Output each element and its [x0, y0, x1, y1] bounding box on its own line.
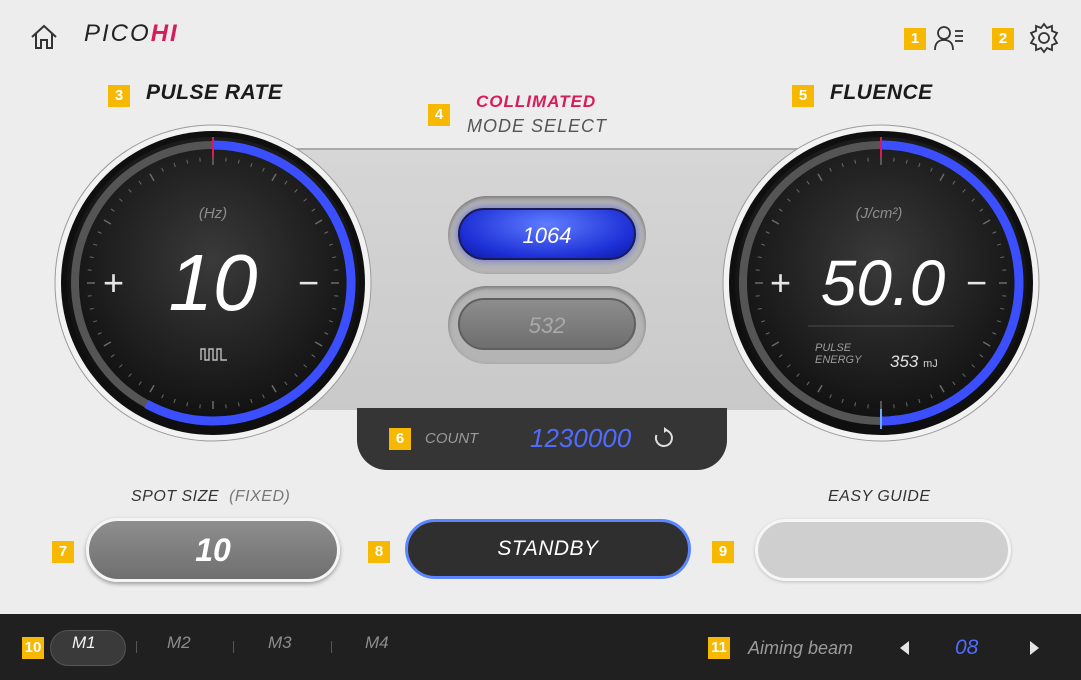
- badge-2: 2: [992, 28, 1014, 50]
- wavelength-532-button[interactable]: 532: [458, 298, 636, 350]
- pulse-energy-unit: mJ: [923, 358, 938, 370]
- wavelength-1064-button[interactable]: 1064: [458, 208, 636, 260]
- spot-size-display: 10: [86, 518, 340, 582]
- pulse-energy-value: 353: [890, 352, 919, 371]
- badge-11: 11: [708, 637, 730, 659]
- pulse-energy-label-line2: ENERGY: [815, 354, 862, 366]
- badge-8: 8: [368, 541, 390, 563]
- fluence-minus-button[interactable]: −: [966, 265, 987, 301]
- memory-tab-m4[interactable]: M4: [365, 633, 389, 653]
- easy-guide-label: EASY GUIDE: [828, 488, 931, 505]
- badge-5: 5: [792, 85, 814, 107]
- fluence-title: FLUENCE: [830, 81, 933, 104]
- memory-tab-m3[interactable]: M3: [268, 633, 292, 653]
- aiming-beam-label: Aiming beam: [748, 638, 854, 658]
- mode-title-collimated: COLLIMATED: [476, 92, 597, 111]
- user-list-icon[interactable]: [934, 25, 964, 51]
- standby-button[interactable]: STANDBY: [405, 519, 691, 579]
- count-value: 1230000: [530, 423, 632, 453]
- memory-tab-m1[interactable]: M1: [72, 633, 96, 653]
- badge-4: 4: [428, 104, 450, 126]
- easy-guide-button[interactable]: [755, 519, 1011, 581]
- pulse-energy-value-group: 353 mJ: [890, 352, 938, 372]
- badge-6: 6: [389, 428, 411, 450]
- pulse-energy-label: PULSE ENERGY: [815, 342, 861, 366]
- memory-tab-m2[interactable]: M2: [167, 633, 191, 653]
- mode-select-title: MODE SELECT: [467, 116, 608, 136]
- refresh-icon[interactable]: [652, 426, 676, 450]
- aiming-beam-increase-arrow[interactable]: [1030, 641, 1039, 655]
- count-label: COUNT: [425, 430, 479, 447]
- spot-size-label-group: SPOT SIZE (FIXED): [131, 488, 290, 506]
- fluence-value: 50.0: [820, 247, 946, 319]
- memory-tab-separator: [233, 641, 234, 653]
- pulse-energy-label-line1: PULSE: [815, 342, 852, 354]
- fluence-unit: (J/cm²): [855, 205, 903, 222]
- gear-icon[interactable]: [1028, 22, 1060, 54]
- fluence-plus-button[interactable]: +: [770, 265, 791, 301]
- bottom-bar: [0, 614, 1081, 680]
- pulse-wave-icon: [200, 348, 227, 361]
- badge-3: 3: [108, 85, 130, 107]
- spot-size-fixed-label: (FIXED): [229, 488, 291, 505]
- wavelength-1064-frame: 1064: [448, 196, 646, 274]
- home-icon[interactable]: [30, 24, 58, 50]
- pulse-rate-value: 10: [168, 238, 258, 327]
- pulse-rate-title: PULSE RATE: [146, 81, 283, 104]
- badge-1: 1: [904, 28, 926, 50]
- logo-main: PICO: [84, 20, 151, 47]
- badge-10: 10: [22, 637, 44, 659]
- app-logo: PICOHI: [84, 20, 179, 48]
- memory-tab-separator: [331, 641, 332, 653]
- logo-accent: HI: [150, 20, 179, 47]
- badge-9: 9: [712, 541, 734, 563]
- pulse-rate-unit: (Hz): [198, 205, 228, 222]
- pulse-rate-plus-button[interactable]: +: [103, 265, 124, 301]
- memory-tab-separator: [136, 641, 137, 653]
- pulse-rate-minus-button[interactable]: −: [298, 265, 319, 301]
- aiming-beam-decrease-arrow[interactable]: [900, 641, 909, 655]
- wavelength-532-frame: 532: [448, 286, 646, 364]
- spot-size-label: SPOT SIZE: [131, 488, 220, 505]
- aiming-beam-value: 08: [955, 636, 979, 659]
- badge-7: 7: [52, 541, 74, 563]
